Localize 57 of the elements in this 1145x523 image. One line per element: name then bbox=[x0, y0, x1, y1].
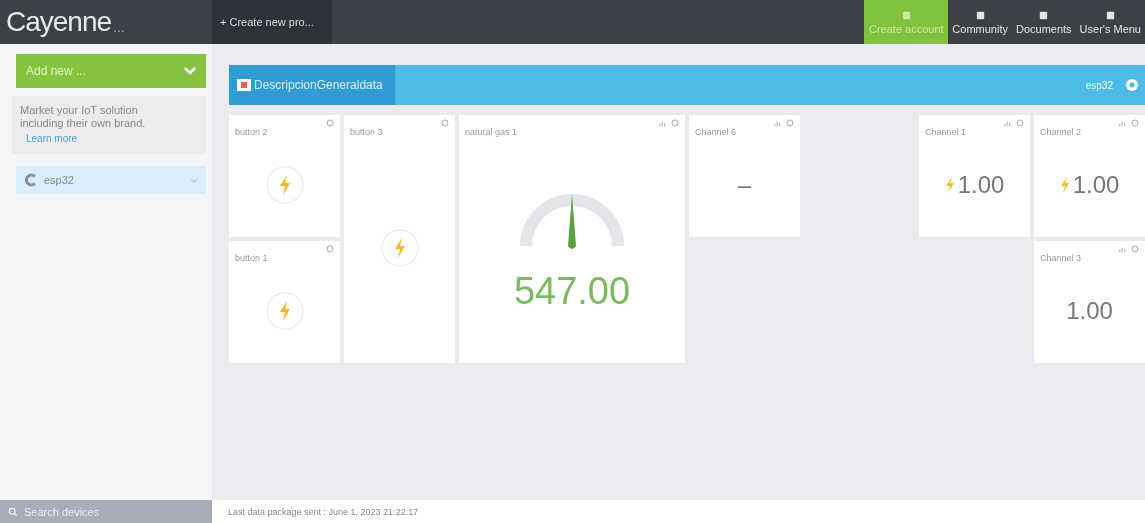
widget-title: Channel 3 bbox=[1040, 253, 1083, 263]
chart-icon[interactable] bbox=[1004, 119, 1012, 127]
nav-tab[interactable]: Community bbox=[948, 0, 1012, 44]
gauge-value: 547.00 bbox=[513, 269, 631, 313]
device-name: esp32 bbox=[1085, 79, 1113, 91]
chart-icon[interactable] bbox=[659, 119, 667, 127]
settings-icon[interactable] bbox=[671, 119, 679, 127]
lightning-button[interactable] bbox=[264, 165, 305, 205]
lightning-icon bbox=[1059, 177, 1070, 193]
chevron-down-icon bbox=[184, 67, 196, 75]
nav-tab[interactable]: User's Menu bbox=[1075, 0, 1145, 44]
nav-tab[interactable]: Create account bbox=[864, 0, 949, 44]
chevron-down-icon bbox=[190, 177, 198, 183]
widget-title: Channel 1 bbox=[925, 127, 968, 137]
settings-icon[interactable] bbox=[1131, 119, 1139, 127]
nav-icon bbox=[1038, 9, 1050, 21]
widget-title: button 3 bbox=[350, 127, 384, 137]
add-new-button[interactable]: Add new ... bbox=[16, 54, 206, 88]
dashboard-tab[interactable]: DescripcionGeneraldata bbox=[229, 65, 395, 105]
widget-title: Channel 2 bbox=[1040, 127, 1083, 137]
nav-tab[interactable]: Documents bbox=[1011, 0, 1076, 44]
status-text: Last data package sent : June 1, 2023 21:22:17 bbox=[228, 506, 419, 517]
search-icon bbox=[8, 506, 18, 517]
settings-icon[interactable] bbox=[1125, 78, 1139, 92]
channel-value: 1.00 bbox=[1072, 171, 1120, 199]
lightning-icon bbox=[944, 177, 955, 193]
widget-title: button 1 bbox=[235, 253, 269, 263]
promo-text: Market your IoT solution including their own brand. bbox=[20, 104, 147, 130]
search-field[interactable]: Search devices bbox=[22, 504, 176, 519]
learn-more-link[interactable]: Learn more bbox=[20, 133, 198, 144]
channel-value: – bbox=[737, 171, 752, 199]
logo: Cayenne bbox=[6, 6, 112, 38]
settings-icon[interactable] bbox=[786, 119, 794, 127]
settings-icon[interactable] bbox=[326, 119, 334, 127]
lightning-button[interactable] bbox=[264, 291, 305, 331]
nav-icon bbox=[974, 9, 986, 21]
create-project-button[interactable]: + Create new pro... bbox=[212, 0, 332, 44]
nav-icon bbox=[1104, 9, 1116, 21]
chart-icon[interactable] bbox=[774, 119, 782, 127]
device-icon bbox=[24, 173, 38, 187]
settings-icon[interactable] bbox=[326, 245, 334, 253]
dashboard-icon bbox=[237, 79, 251, 91]
widget-title: natural gas 1 bbox=[465, 127, 519, 137]
widget-title: Channel 6 bbox=[695, 127, 738, 137]
settings-icon[interactable] bbox=[441, 119, 449, 127]
settings-icon[interactable] bbox=[1131, 245, 1139, 253]
settings-icon[interactable] bbox=[1016, 119, 1024, 127]
lightning-button[interactable] bbox=[379, 228, 420, 268]
chart-icon[interactable] bbox=[1119, 119, 1127, 127]
chart-icon[interactable] bbox=[1119, 245, 1127, 253]
nav-icon bbox=[900, 9, 912, 21]
device-item[interactable]: esp32 bbox=[16, 166, 206, 194]
widget-title: button 2 bbox=[235, 127, 269, 137]
channel-value: 1.00 bbox=[957, 171, 1005, 199]
search-bar[interactable]: Search devices bbox=[0, 500, 212, 523]
logo-dots: ... bbox=[113, 19, 125, 35]
channel-value: 1.00 bbox=[1066, 297, 1113, 325]
